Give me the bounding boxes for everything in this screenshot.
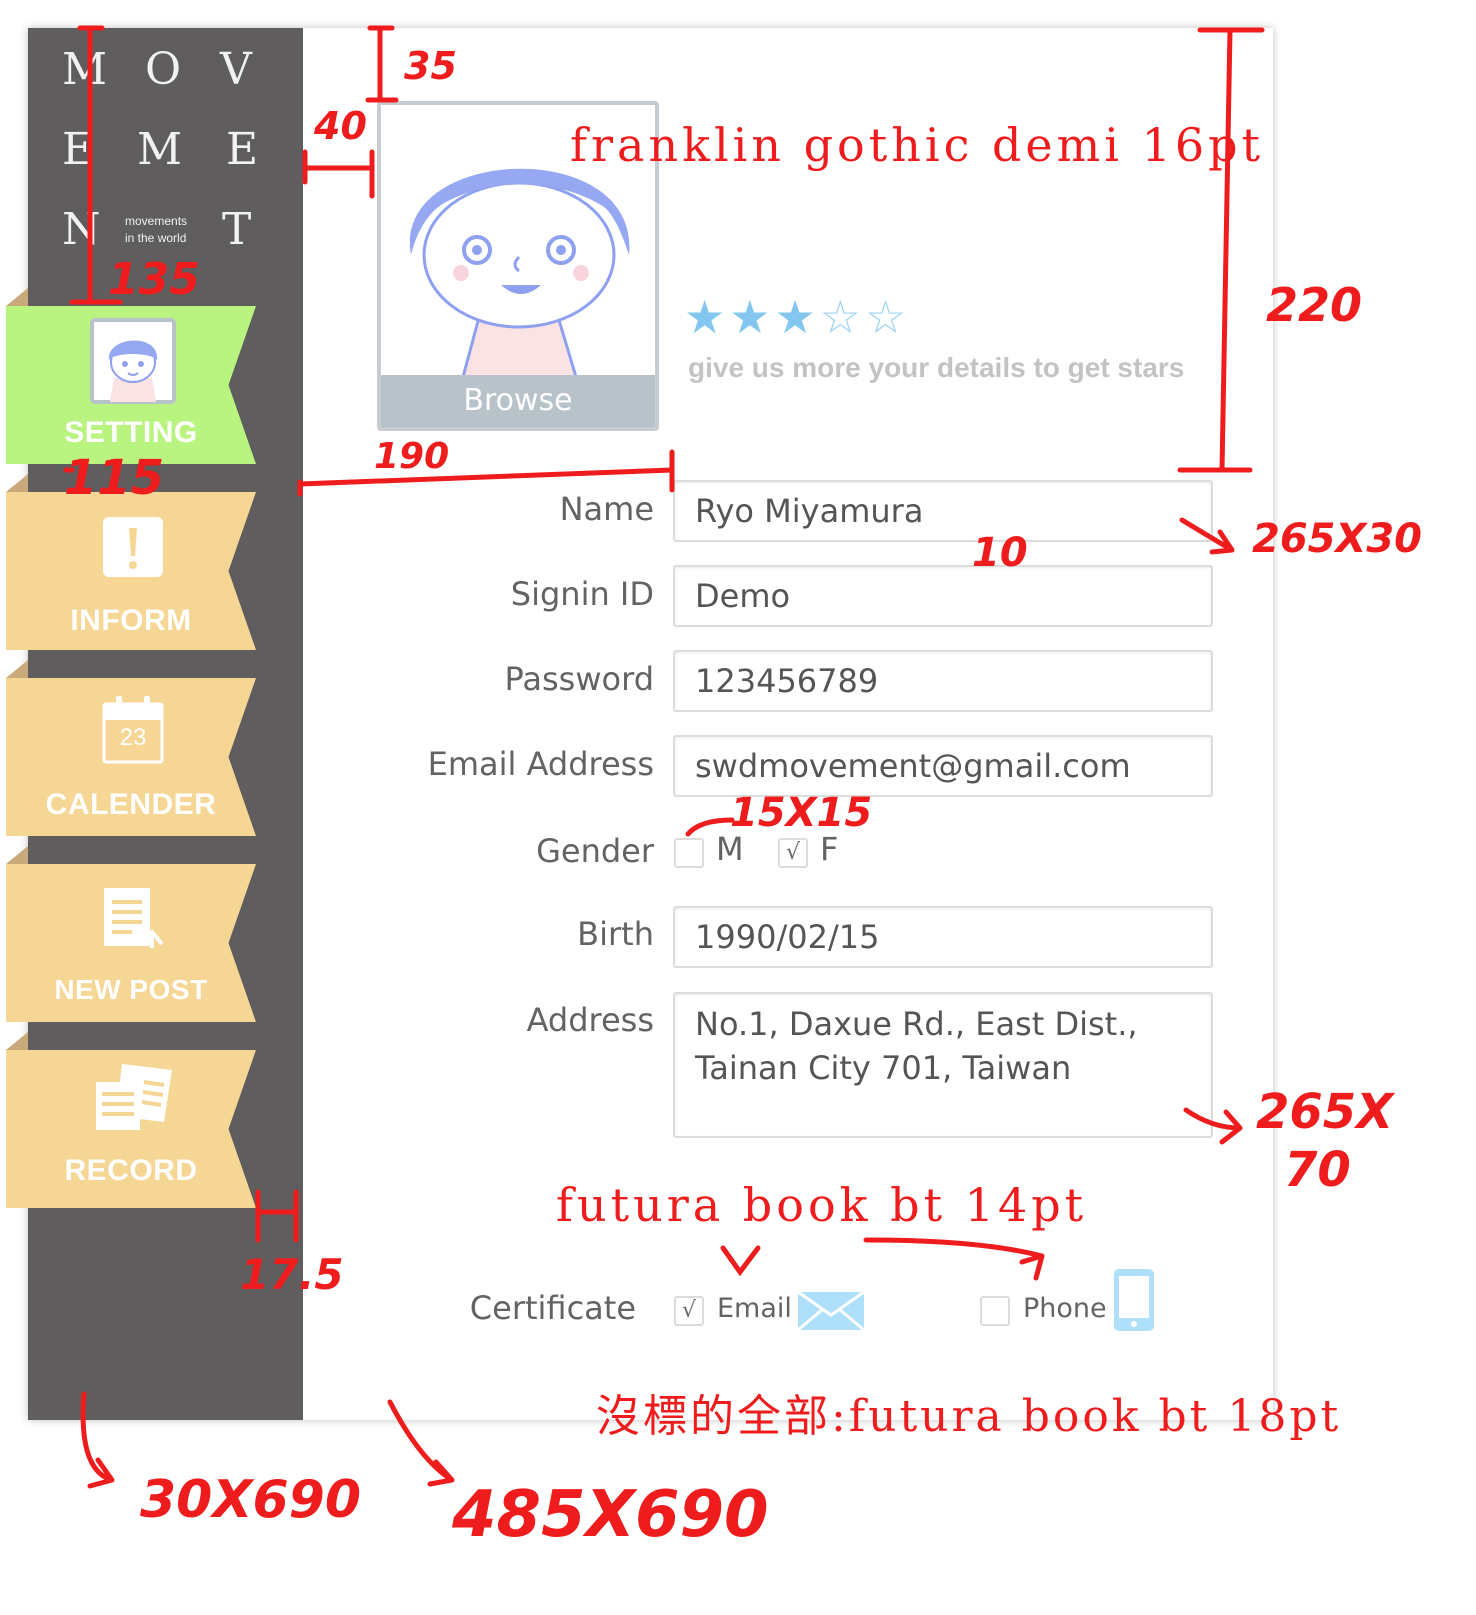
annotation-text: 485X690 — [452, 1478, 769, 1552]
annotation-text: 30X690 — [140, 1470, 361, 1530]
ribbon-fold — [6, 660, 28, 678]
calendar-icon: 23 — [102, 694, 164, 766]
phone-icon — [1113, 1268, 1155, 1336]
annotation-text: 265X30 — [1252, 516, 1422, 562]
exclamation-icon — [102, 516, 164, 578]
logo-letter: E — [62, 124, 95, 175]
logo-letter: T — [222, 204, 252, 255]
annotation-text: 35 — [404, 44, 457, 88]
documents-stack-icon — [94, 1060, 174, 1134]
nav-item-record[interactable]: RECORD — [6, 1050, 256, 1208]
ribbon-fold — [6, 1032, 28, 1050]
star-filled-icon: ★ — [774, 290, 816, 344]
star-rating: ★ ★ ★ ☆ ☆ — [684, 294, 906, 340]
birth-label: Birth — [577, 915, 654, 953]
annotation-text: 15X15 — [730, 790, 873, 836]
certificate-phone-label: Phone — [1023, 1293, 1107, 1324]
calendar-day: 23 — [119, 724, 147, 751]
star-empty-icon: ☆ — [819, 290, 861, 344]
nav-item-inform[interactable]: INFORM — [6, 492, 256, 650]
nav-label: NEW POST — [54, 974, 208, 1005]
signin-id-field[interactable]: Demo — [673, 565, 1213, 627]
certificate-email-checkbox[interactable]: √ — [674, 1296, 704, 1326]
logo-letter: O — [145, 44, 182, 95]
logo-letter: N — [62, 204, 101, 255]
annotation-text: 70 — [1284, 1142, 1351, 1198]
annotation-text: 17.5 — [240, 1250, 344, 1299]
annotation-text: 10 — [972, 530, 1028, 576]
annotation-text: 40 — [314, 104, 367, 148]
nav-label: RECORD — [64, 1154, 198, 1187]
logo-tagline: in the world — [125, 231, 187, 245]
nav-item-calender[interactable]: 23 CALENDER — [6, 678, 256, 836]
gender-f-checkbox[interactable]: √ — [778, 838, 808, 868]
nav-item-setting[interactable]: SETTING — [6, 306, 256, 464]
stars-hint: give us more your details to get stars — [688, 352, 1185, 383]
logo-letter: M — [62, 44, 108, 95]
star-empty-icon: ☆ — [865, 290, 907, 344]
email-label: Email Address — [427, 745, 654, 783]
signin-id-label: Signin ID — [510, 575, 654, 613]
address-field[interactable]: No.1, Daxue Rd., East Dist., Tainan City… — [673, 992, 1213, 1138]
logo-tagline: movements — [125, 214, 188, 228]
annotation-font-title: franklin gothic demi 16pt — [570, 118, 1265, 172]
star-filled-icon: ★ — [684, 290, 726, 344]
name-field[interactable]: Ryo Miyamura — [673, 480, 1213, 542]
address-line: Tainan City 701, Taiwan — [695, 1049, 1072, 1087]
nav-item-new-post[interactable]: NEW POST — [6, 864, 256, 1022]
nav-label: SETTING — [64, 416, 198, 449]
annotation-font-default: 沒標的全部:futura book bt 18pt — [596, 1391, 1342, 1442]
password-field[interactable]: 123456789 — [673, 650, 1213, 712]
certificate-phone-checkbox[interactable] — [980, 1296, 1010, 1326]
email-field[interactable]: swdmovement@gmail.com — [673, 735, 1213, 797]
annotation-text: 220 — [1266, 278, 1363, 332]
address-label: Address — [526, 1001, 654, 1039]
star-filled-icon: ★ — [729, 290, 771, 344]
gender-m-checkbox[interactable] — [674, 838, 704, 868]
logo-letter: M — [137, 124, 183, 175]
annotation-text: 265X — [1256, 1084, 1394, 1140]
avatar-thumbnail-icon — [90, 318, 176, 404]
browse-button[interactable]: Browse — [381, 375, 655, 427]
birth-field[interactable]: 1990/02/15 — [673, 906, 1213, 968]
annotation-font-small: futura book bt 14pt — [556, 1178, 1088, 1232]
envelope-icon — [797, 1290, 865, 1335]
nav-label: CALENDER — [45, 788, 217, 821]
annotation-text: 190 — [374, 436, 450, 477]
nav-label: INFORM — [70, 604, 192, 637]
name-label: Name — [559, 490, 654, 528]
certificate-label: Certificate — [469, 1289, 636, 1327]
address-line: No.1, Daxue Rd., East Dist., — [695, 1005, 1138, 1043]
ribbon-fold — [6, 474, 28, 492]
logo-letter: E — [226, 124, 259, 175]
annotation-text: 115 — [64, 450, 165, 506]
document-upload-icon — [102, 886, 166, 950]
gender-label: Gender — [536, 832, 654, 870]
ribbon-fold — [6, 846, 28, 864]
annotation-text: 135 — [108, 254, 200, 305]
logo-letter: V — [220, 44, 252, 95]
certificate-email-label: Email — [717, 1293, 792, 1324]
password-label: Password — [504, 660, 654, 698]
ribbon-fold — [6, 288, 28, 306]
